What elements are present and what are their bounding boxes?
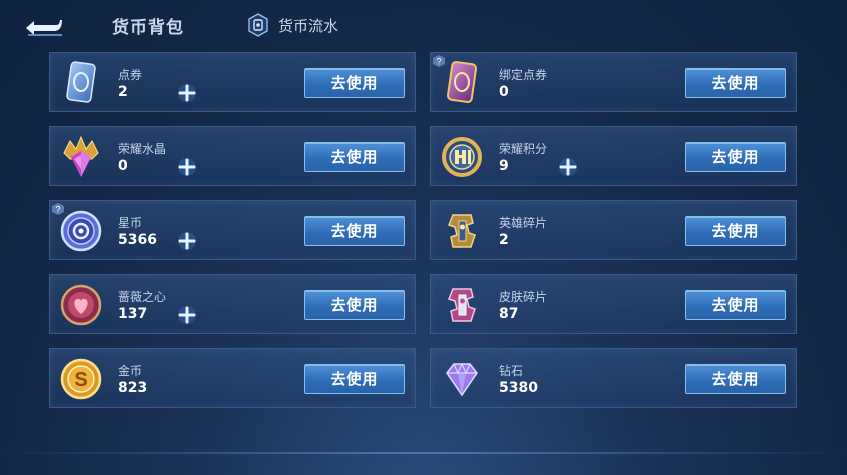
currency-amount: 5366 (118, 232, 157, 248)
currency-amount: 5380 (499, 380, 538, 396)
voucher-card-icon (66, 61, 96, 103)
use-button[interactable]: 去使用 (304, 216, 405, 246)
currency-name: 钻石 (499, 364, 524, 378)
add-icon[interactable] (176, 304, 198, 326)
add-icon[interactable] (176, 230, 198, 252)
use-button[interactable]: 去使用 (304, 290, 405, 320)
currency-name: 荣耀积分 (499, 142, 548, 156)
use-button[interactable]: 去使用 (304, 142, 405, 172)
currency-card-rose-heart: 蔷薇之心 137 去使用 (49, 274, 416, 334)
currency-amount: 2 (499, 232, 509, 248)
currency-grid: 点券 2 去使用 ? 绑定点券 0 去使用 荣耀水晶 0 去使用 荣耀积分 9 … (0, 0, 847, 475)
currency-name: 蔷薇之心 (118, 290, 167, 304)
diamond-icon (446, 362, 478, 397)
glory-points-icon (442, 137, 482, 177)
currency-card-skin-fragment: 皮肤碎片 87 去使用 (430, 274, 797, 334)
currency-name: 皮肤碎片 (499, 290, 548, 304)
svg-text:S: S (74, 369, 87, 391)
use-button[interactable]: 去使用 (304, 364, 405, 394)
currency-card-star-coin: ? 星币 5366 去使用 (49, 200, 416, 260)
currency-card-gold-coin: S 金币 823 去使用 (49, 348, 416, 408)
add-icon[interactable] (176, 82, 198, 104)
use-button[interactable]: 去使用 (685, 68, 786, 98)
currency-amount: 87 (499, 306, 519, 322)
currency-amount: 0 (118, 158, 128, 174)
use-button[interactable]: 去使用 (685, 216, 786, 246)
skin-fragment-icon (448, 288, 476, 322)
currency-amount: 0 (499, 84, 509, 100)
use-button[interactable]: 去使用 (685, 290, 786, 320)
currency-amount: 823 (118, 380, 148, 396)
currency-amount: 9 (499, 158, 509, 174)
currency-name: 点券 (118, 68, 143, 82)
use-button[interactable]: 去使用 (304, 68, 405, 98)
currency-card-glory-points: 荣耀积分 9 去使用 (430, 126, 797, 186)
currency-card-hero-fragment: 英雄碎片 2 去使用 (430, 200, 797, 260)
currency-name: 金币 (118, 364, 143, 378)
use-button[interactable]: 去使用 (685, 364, 786, 394)
rose-heart-icon (60, 284, 102, 326)
currency-amount: 137 (118, 306, 148, 322)
currency-card-bound-voucher: ? 绑定点券 0 去使用 (430, 52, 797, 112)
add-icon[interactable] (557, 156, 579, 178)
bound-voucher-card-icon (446, 61, 478, 103)
currency-name: 荣耀水晶 (118, 142, 167, 156)
currency-name: 绑定点券 (499, 68, 548, 82)
currency-card-voucher: 点券 2 去使用 (49, 52, 416, 112)
hero-fragment-icon (448, 214, 476, 248)
glory-crystal-icon (63, 135, 99, 177)
use-button[interactable]: 去使用 (685, 142, 786, 172)
currency-amount: 2 (118, 84, 128, 100)
currency-name: 英雄碎片 (499, 216, 548, 230)
currency-name: 星币 (118, 216, 143, 230)
add-icon[interactable] (176, 156, 198, 178)
gold-coin-icon: S (60, 358, 102, 400)
currency-card-glory-crystal: 荣耀水晶 0 去使用 (49, 126, 416, 186)
star-coin-icon (60, 210, 102, 252)
currency-card-diamond: 钻石 5380 去使用 (430, 348, 797, 408)
